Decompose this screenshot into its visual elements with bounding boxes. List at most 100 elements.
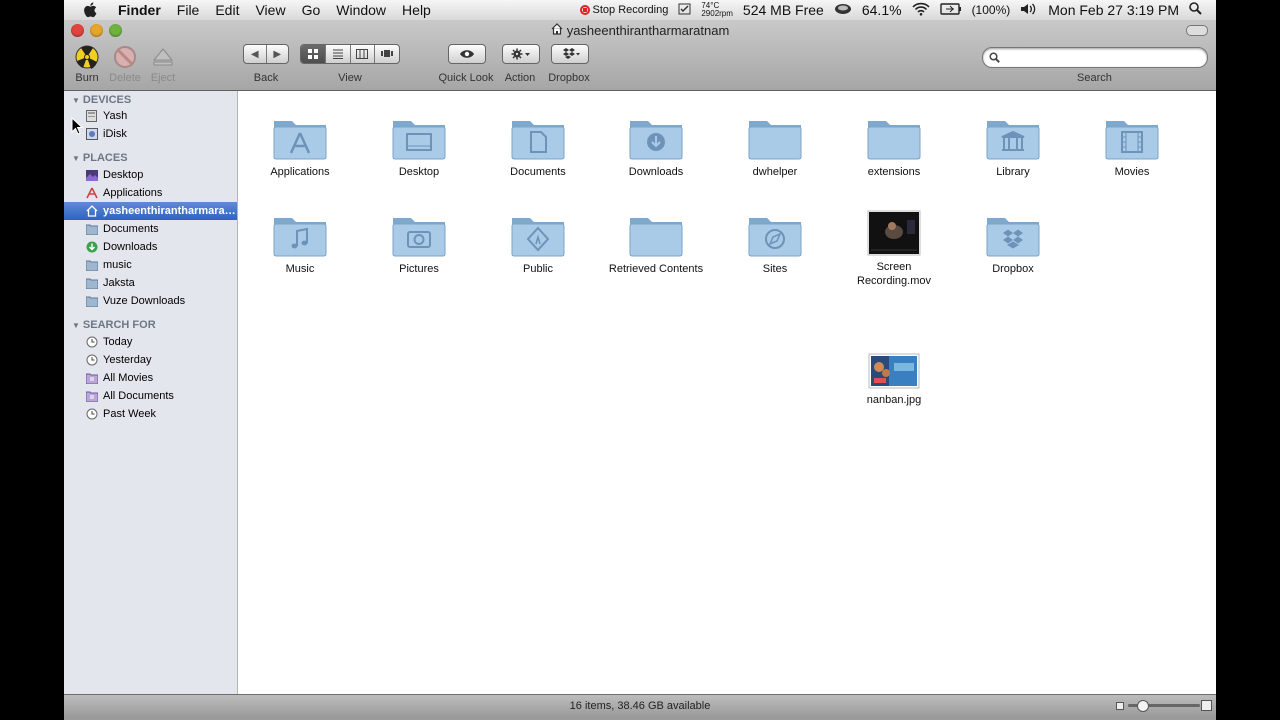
column-view-icon[interactable] bbox=[351, 45, 376, 63]
file-item-sites[interactable]: Sites bbox=[720, 196, 830, 276]
spotlight-icon[interactable] bbox=[1189, 2, 1202, 18]
stop-recording-button[interactable]: Stop Recording bbox=[579, 4, 668, 16]
file-item-label: Documents bbox=[510, 166, 566, 178]
file-item-label: dwhelper bbox=[752, 166, 798, 178]
sidebar-item-downloads[interactable]: Downloads bbox=[64, 238, 237, 256]
battery-icon[interactable] bbox=[939, 2, 962, 18]
folder-icon bbox=[85, 277, 98, 289]
file-item-label: Movies bbox=[1114, 166, 1150, 178]
sidebar-item-label: music bbox=[103, 259, 132, 271]
wifi-icon[interactable] bbox=[911, 2, 930, 19]
sidebar-item-label: All Documents bbox=[103, 390, 174, 402]
icon-view-icon[interactable] bbox=[301, 45, 326, 63]
sidebar-item-music[interactable]: music bbox=[64, 256, 237, 274]
sidebar-item-applications[interactable]: Applications bbox=[64, 184, 237, 202]
sidebar-item-documents[interactable]: Documents bbox=[64, 220, 237, 238]
burn-button[interactable]: Burn bbox=[74, 44, 100, 84]
file-item-library[interactable]: Library bbox=[958, 99, 1068, 179]
file-item-nanban[interactable]: nanban.jpg bbox=[839, 329, 949, 407]
action-button[interactable]: Action bbox=[502, 44, 540, 84]
sidebar-item-label: Past Week bbox=[103, 408, 156, 420]
temperature-monitor[interactable]: 74°C 2902rpm bbox=[701, 2, 733, 18]
file-item-screen-recording[interactable]: Screen Recording.mov bbox=[839, 196, 949, 288]
menu-window[interactable]: Window bbox=[328, 2, 394, 18]
file-item-applications[interactable]: Applications bbox=[245, 99, 355, 179]
devices-section-header[interactable]: ▼ DEVICES bbox=[72, 94, 131, 106]
search-field[interactable] bbox=[982, 47, 1208, 68]
quick-look-button[interactable]: Quick Look bbox=[438, 44, 494, 84]
library-folder-icon bbox=[986, 121, 1040, 160]
sidebar-item-home[interactable]: yasheenthirantharmaratnam bbox=[64, 202, 237, 220]
file-item-label: Pictures bbox=[399, 263, 439, 275]
cpu-monitor-icon[interactable] bbox=[834, 2, 852, 18]
dropbox-icon bbox=[552, 45, 588, 63]
sidebar-item-jaksta[interactable]: Jaksta bbox=[64, 274, 237, 292]
file-item-pictures[interactable]: Pictures bbox=[364, 196, 474, 276]
menu-file[interactable]: File bbox=[169, 2, 208, 18]
small-icon-size-icon bbox=[1116, 702, 1124, 710]
search-for-section-header[interactable]: ▼ SEARCH FOR bbox=[72, 319, 156, 331]
sidebar-item-past-week[interactable]: Past Week bbox=[64, 405, 237, 423]
sidebar-item-all-documents[interactable]: All Documents bbox=[64, 387, 237, 405]
file-item-label: Retrieved Contents bbox=[608, 263, 704, 275]
menu-go[interactable]: Go bbox=[294, 2, 329, 18]
file-item-label: nanban.jpg bbox=[866, 394, 922, 406]
public-folder-icon bbox=[511, 218, 565, 257]
icon-size-slider[interactable] bbox=[1128, 700, 1200, 712]
movies-folder-icon bbox=[1105, 121, 1159, 160]
sidebar-item-vuze-downloads[interactable]: Vuze Downloads bbox=[64, 292, 237, 310]
memory-free-status[interactable]: 524 MB Free bbox=[743, 2, 824, 18]
sidebar-item-yash[interactable]: Yash bbox=[64, 107, 237, 125]
file-item-music[interactable]: Music bbox=[245, 196, 355, 276]
status-bar: 16 items, 38.46 GB available bbox=[64, 694, 1216, 717]
calendar-check-icon[interactable] bbox=[678, 2, 691, 18]
file-item-extensions[interactable]: extensions bbox=[839, 99, 949, 179]
pictures-folder-icon bbox=[392, 218, 446, 257]
disclosure-triangle-icon: ▼ bbox=[72, 95, 80, 105]
forward-arrow-icon[interactable]: ▶ bbox=[267, 45, 289, 63]
volume-icon[interactable] bbox=[1020, 2, 1038, 19]
sidebar-item-label: All Movies bbox=[103, 372, 154, 384]
file-item-movies[interactable]: Movies bbox=[1077, 99, 1187, 179]
sidebar-item-all-movies[interactable]: All Movies bbox=[64, 369, 237, 387]
menu-help[interactable]: Help bbox=[394, 2, 439, 18]
sidebar-item-today[interactable]: Today bbox=[64, 333, 237, 351]
delete-button[interactable]: Delete bbox=[109, 44, 141, 84]
file-item-downloads[interactable]: Downloads bbox=[601, 99, 711, 179]
file-item-retrieved-contents[interactable]: Retrieved Contents bbox=[601, 196, 711, 276]
back-arrow-icon[interactable]: ◀ bbox=[244, 45, 267, 63]
file-item-label: Public bbox=[523, 263, 553, 275]
disclosure-triangle-icon: ▼ bbox=[72, 320, 80, 330]
file-item-dwhelper[interactable]: dwhelper bbox=[720, 99, 830, 179]
file-item-documents[interactable]: Documents bbox=[483, 99, 593, 179]
menu-view[interactable]: View bbox=[247, 2, 293, 18]
file-item-public[interactable]: Public bbox=[483, 196, 593, 276]
slider-knob[interactable] bbox=[1137, 700, 1150, 712]
eject-icon bbox=[152, 48, 174, 66]
eject-button[interactable]: Eject bbox=[150, 44, 176, 84]
eye-icon bbox=[449, 45, 485, 63]
sidebar-item-yesterday[interactable]: Yesterday bbox=[64, 351, 237, 369]
menu-clock[interactable]: Mon Feb 27 3:19 PM bbox=[1048, 2, 1179, 18]
file-item-desktop[interactable]: Desktop bbox=[364, 99, 474, 179]
view-group: View bbox=[300, 44, 400, 84]
search-input[interactable] bbox=[1004, 49, 1198, 66]
menu-edit[interactable]: Edit bbox=[207, 2, 247, 18]
folder-icon bbox=[867, 121, 921, 160]
clock-icon bbox=[85, 336, 98, 348]
cover-flow-view-icon[interactable] bbox=[375, 45, 399, 63]
sidebar-item-desktop[interactable]: Desktop bbox=[64, 166, 237, 184]
cpu-usage-status[interactable]: 64.1% bbox=[862, 2, 902, 18]
menu-finder[interactable]: Finder bbox=[110, 2, 169, 18]
toolbar-toggle-button[interactable] bbox=[1186, 25, 1208, 36]
search-label: Search bbox=[1077, 72, 1112, 84]
sidebar-item-idisk[interactable]: iDisk bbox=[64, 125, 237, 143]
places-section-header[interactable]: ▼ PLACES bbox=[72, 152, 128, 164]
dropbox-toolbar-button[interactable]: Dropbox bbox=[548, 44, 590, 84]
battery-percentage[interactable]: (100%) bbox=[972, 3, 1011, 17]
list-view-icon[interactable] bbox=[326, 45, 351, 63]
apple-menu-icon[interactable] bbox=[80, 2, 100, 18]
action-label: Action bbox=[504, 72, 536, 84]
file-item-dropbox[interactable]: Dropbox bbox=[958, 196, 1068, 276]
sidebar-item-label: Documents bbox=[103, 223, 159, 235]
